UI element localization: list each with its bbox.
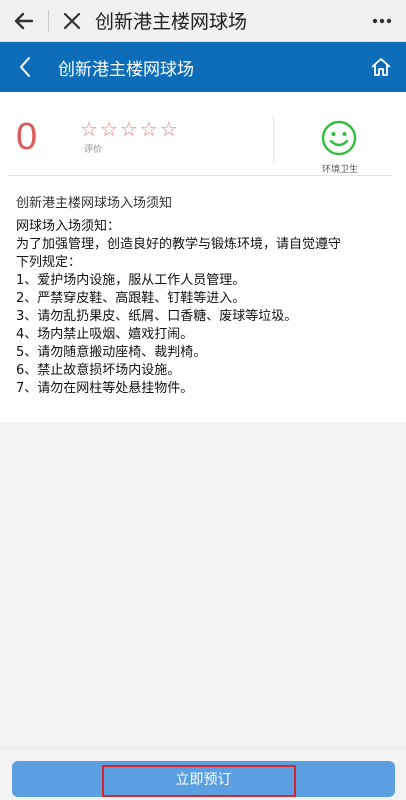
close-icon[interactable] <box>49 0 95 42</box>
notice-line: 5、请勿随意搬动座椅、裁判椅。 <box>16 345 207 360</box>
star-rating[interactable]: ☆ ☆ ☆ ☆ ☆ <box>80 118 178 140</box>
rating-score: 0 <box>16 116 38 158</box>
more-options-icon[interactable] <box>358 0 406 42</box>
star-icon[interactable]: ☆ <box>160 118 178 140</box>
browser-title: 创新港主楼网球场 <box>95 11 248 33</box>
star-icon[interactable]: ☆ <box>100 118 118 140</box>
rating-divider <box>273 116 274 162</box>
app-header: 创新港主楼网球场 <box>0 42 406 92</box>
rating-section: 0 ☆ ☆ ☆ ☆ ☆ 评价 环境卫生 <box>8 102 392 176</box>
header-back-icon[interactable] <box>0 42 50 92</box>
notice-line: 3、请勿乱扔果皮、纸屑、口香糖、废球等垃圾。 <box>16 309 298 324</box>
notice-line: 2、严禁穿皮鞋、高跟鞋、钉鞋等进入。 <box>16 291 246 306</box>
star-icon[interactable]: ☆ <box>80 118 98 140</box>
star-icon[interactable]: ☆ <box>120 118 138 140</box>
home-icon[interactable] <box>356 42 406 92</box>
browser-toolbar: 创新港主楼网球场 <box>0 0 406 42</box>
book-now-label: 立即预订 <box>175 772 232 788</box>
notice-title: 创新港主楼网球场入场须知 <box>16 196 173 211</box>
notice-line: 为了加强管理，创造良好的教学与锻炼环境，请自觉遵守 <box>16 237 342 252</box>
page-title: 创新港主楼网球场 <box>58 59 194 80</box>
notice-line: 6、禁止故意损坏场内设施。 <box>16 363 181 378</box>
browser-back-icon[interactable] <box>0 0 48 42</box>
notice-line: 下列规定： <box>16 255 82 270</box>
venue-detail-card: 0 ☆ ☆ ☆ ☆ ☆ 评价 环境卫生 创新港主楼网球场入场须知 网球场入场须知… <box>0 92 406 422</box>
notice-line: 1、爱护场内设施，服从工作人员管理。 <box>16 273 246 288</box>
notice-line: 7、请勿在网柱等处悬挂物件。 <box>16 381 194 396</box>
hygiene-label: 环境卫生 <box>322 165 359 175</box>
notice-line: 4、场内禁止吸烟、嬉戏打闹。 <box>16 327 194 342</box>
bottom-action-bar: 立即预订 <box>0 748 406 800</box>
star-icon[interactable]: ☆ <box>140 118 158 140</box>
notice-line: 网球场入场须知： <box>16 219 121 234</box>
rating-label: 评价 <box>84 145 103 155</box>
smiley-icon <box>321 120 357 160</box>
notice-body: 网球场入场须知： 为了加强管理，创造良好的教学与锻炼环境，请自觉遵守 下列规定：… <box>16 218 396 398</box>
